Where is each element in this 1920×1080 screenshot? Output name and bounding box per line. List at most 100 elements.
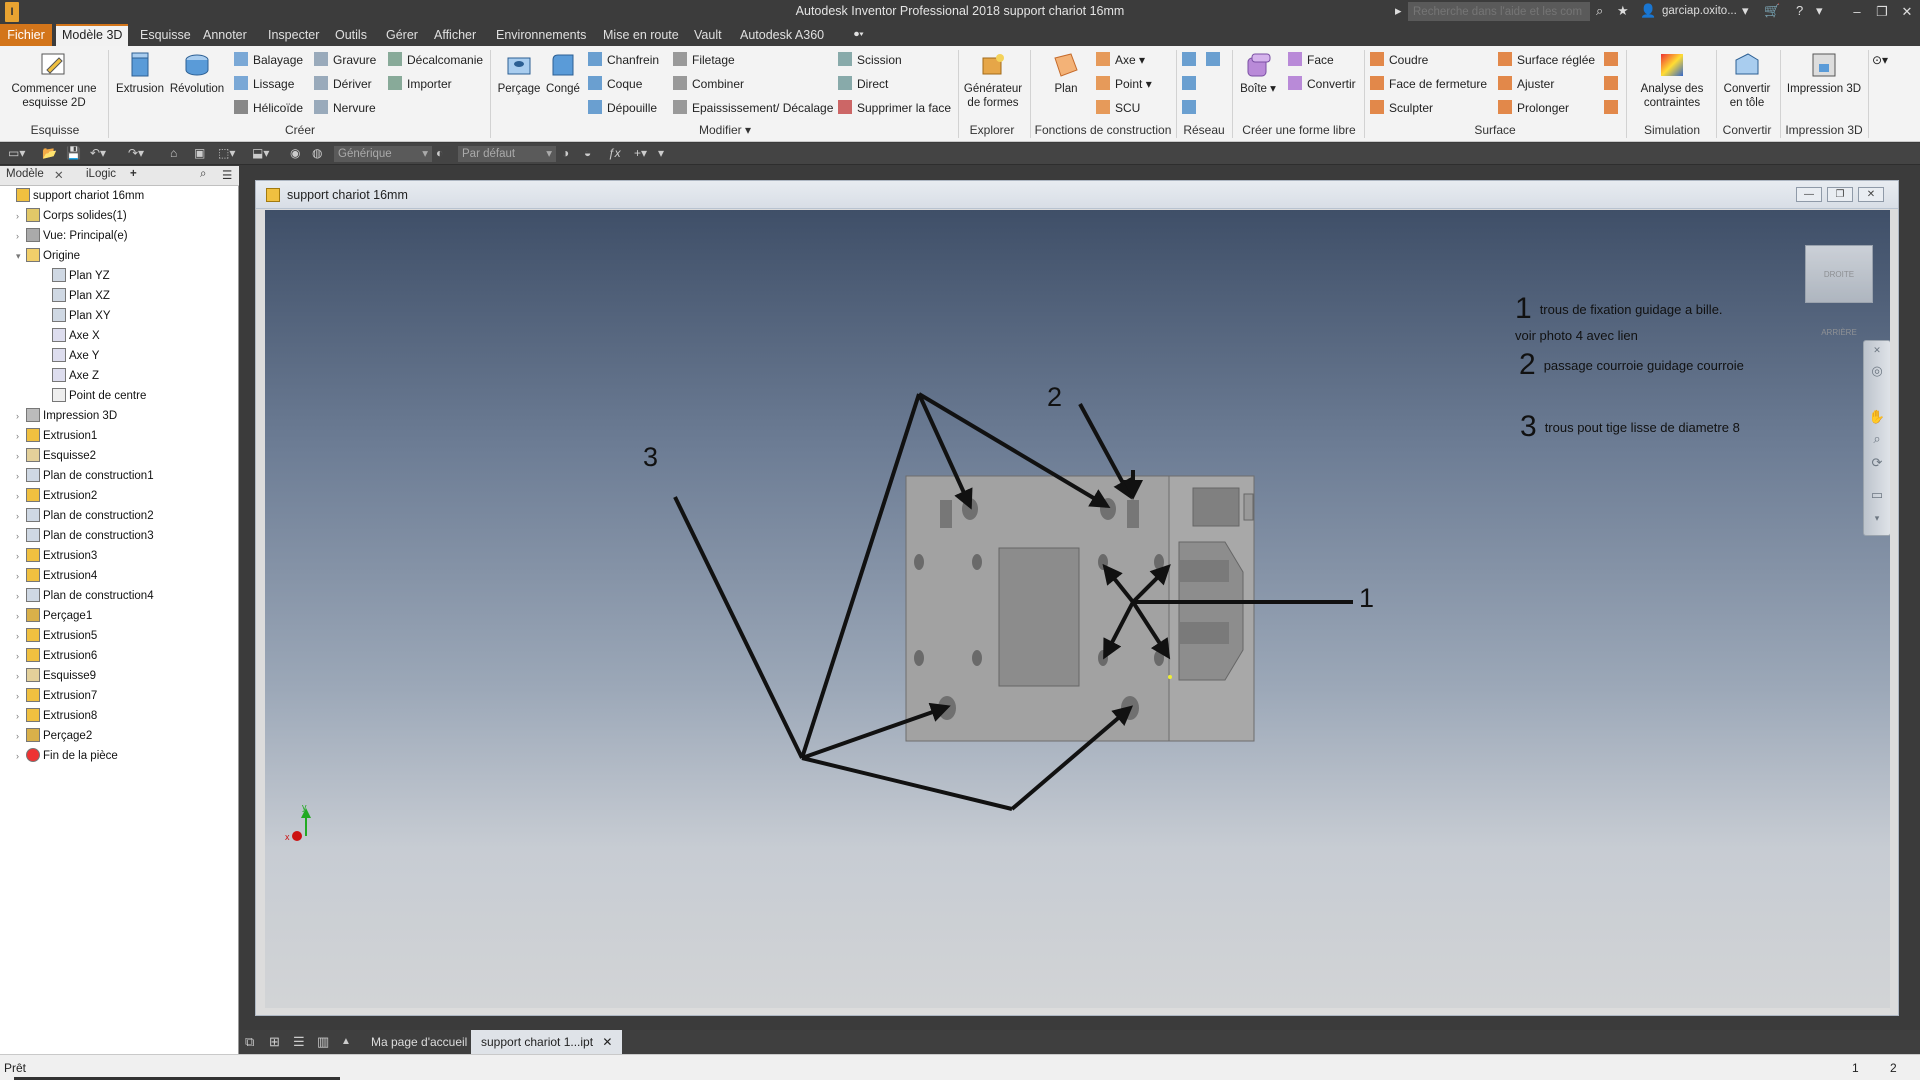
expand-icon[interactable]: › <box>16 586 26 606</box>
tree-item[interactable]: › Impression 3D <box>16 406 117 426</box>
tree-item[interactable]: › Perçage2 <box>16 726 92 746</box>
analyse-contraintes-button[interactable]: Analyse des contraintes <box>1630 50 1714 110</box>
expand-icon[interactable]: › <box>16 506 26 526</box>
cart-icon[interactable]: 🛒 <box>1764 3 1780 19</box>
search-icon[interactable]: ⌕ <box>200 168 206 181</box>
fx-icon[interactable]: ƒx <box>608 146 621 160</box>
extrusion-button[interactable]: Extrusion <box>114 50 166 96</box>
lissage-button[interactable]: Lissage <box>234 74 294 94</box>
conge-button[interactable]: Congé <box>542 50 584 96</box>
expand-icon[interactable]: › <box>16 746 26 766</box>
appearance-select[interactable]: Par défaut ▾ <box>458 146 556 162</box>
tree-item[interactable]: › Extrusion1 <box>16 426 97 446</box>
tree-item[interactable]: › Plan de construction3 <box>16 526 154 546</box>
circular-pattern-button[interactable] <box>1182 74 1201 94</box>
scission-button[interactable]: Scission <box>838 50 902 70</box>
menu-afficher[interactable]: Afficher <box>428 24 482 46</box>
nervure-button[interactable]: Nervure <box>314 98 376 118</box>
zoom-icon[interactable]: ⌕ <box>1868 431 1886 449</box>
menu-inspecter[interactable]: Inspecter <box>262 24 325 46</box>
customize-icon[interactable]: ▾ <box>658 146 664 160</box>
update-icon[interactable]: ▣ <box>194 146 205 160</box>
tile-vertical-icon[interactable]: ▥ <box>317 1034 329 1050</box>
pan-icon[interactable]: ✋ <box>1868 409 1886 427</box>
gravure-button[interactable]: Gravure <box>314 50 376 70</box>
plan-button[interactable]: Plan <box>1040 50 1092 96</box>
ajuster-button[interactable]: Ajuster <box>1498 74 1554 94</box>
menu-outils[interactable]: Outils <box>329 24 373 46</box>
tree-item[interactable]: › Plan de construction4 <box>16 586 154 606</box>
expand-icon[interactable]: › <box>16 446 26 466</box>
menu-mise-en-route[interactable]: Mise en route <box>597 24 685 46</box>
look-at-icon[interactable]: ▭ <box>1868 487 1886 505</box>
panel-modifier[interactable]: Modifier ▾ <box>690 123 760 137</box>
tab-support-chariot[interactable]: support chariot 1...ipt ✕ <box>471 1030 623 1054</box>
appearance-icon[interactable]: ◐ <box>436 146 443 160</box>
scu-button[interactable]: SCU <box>1096 98 1140 118</box>
cascade-icon[interactable]: ⧉ <box>245 1034 254 1050</box>
clear-appearance-icon[interactable]: ◑ <box>562 146 569 160</box>
properties-icon[interactable]: ◉ <box>290 146 300 160</box>
expand-icon[interactable]: › <box>16 466 26 486</box>
menu-environnements[interactable]: Environnements <box>490 24 592 46</box>
chanfrein-button[interactable]: Chanfrein <box>588 50 659 70</box>
add-tab-icon[interactable]: + <box>130 168 137 180</box>
generateur-formes-button[interactable]: Générateur de formes <box>960 50 1026 110</box>
convertir-tole-button[interactable]: Convertir en tôle <box>1718 50 1776 110</box>
prolonger-button[interactable]: Prolonger <box>1498 98 1569 118</box>
sketch-pattern-button[interactable] <box>1182 98 1201 118</box>
expand-icon[interactable]: › <box>16 406 26 426</box>
expand-icon[interactable]: › <box>16 546 26 566</box>
menu-esquisse[interactable]: Esquisse <box>134 24 197 46</box>
chevron-down-icon[interactable]: ▾ <box>1868 513 1886 531</box>
face-fermeture-button[interactable]: Face de fermeture <box>1370 74 1487 94</box>
importer-button[interactable]: Importer <box>388 74 452 94</box>
sculpter-button[interactable]: Sculpter <box>1370 98 1433 118</box>
tree-item[interactable]: › Esquisse9 <box>16 666 96 686</box>
surface-extra-button-2[interactable] <box>1604 74 1623 94</box>
deriver-button[interactable]: Dériver <box>314 74 372 94</box>
point-button[interactable]: Point ▾ <box>1096 74 1152 94</box>
save-icon[interactable]: 💾 <box>66 146 81 160</box>
tree-item[interactable]: Plan YZ <box>42 266 110 286</box>
search-icon[interactable]: ⌕ <box>1596 3 1603 19</box>
doc-minimize-button[interactable]: — <box>1796 187 1822 202</box>
tree-item[interactable]: ▾ Origine <box>16 246 80 266</box>
menu-gerer[interactable]: Gérer <box>380 24 424 46</box>
expand-icon[interactable]: ▾ <box>16 246 26 266</box>
expand-icon[interactable]: › <box>16 726 26 746</box>
adjust-icon[interactable]: ◒ <box>584 146 591 160</box>
menu-annoter[interactable]: Annoter <box>197 24 253 46</box>
graphics-viewport[interactable]: y x 3 2 1 1 trous de fixation guidage a b… <box>265 210 1890 1008</box>
epaississement-button[interactable]: Epaississement/ Décalage <box>673 98 833 118</box>
menu-modele-3d[interactable]: Modèle 3D <box>56 24 129 46</box>
expand-icon[interactable]: › <box>16 566 26 586</box>
commencer-esquisse-button[interactable]: Commencer une esquisse 2D <box>8 50 100 110</box>
viewcube[interactable]: DROITE ARRIÈRE <box>1805 245 1873 337</box>
combiner-button[interactable]: Combiner <box>673 74 744 94</box>
coque-button[interactable]: Coque <box>588 74 642 94</box>
expand-icon[interactable]: › <box>16 686 26 706</box>
close-button[interactable]: ✕ <box>1896 2 1918 22</box>
filetage-button[interactable]: Filetage <box>673 50 735 70</box>
measure-icon[interactable]: ⬓▾ <box>252 146 269 160</box>
revolution-button[interactable]: Révolution <box>166 50 228 96</box>
camera-icon[interactable]: ⏺▾ <box>848 24 870 46</box>
direct-button[interactable]: Direct <box>838 74 888 94</box>
redo-icon[interactable]: ↷▾ <box>128 146 144 160</box>
tile-horizontal-icon[interactable]: ☰ <box>293 1034 305 1050</box>
arrow-right-icon[interactable]: ▸ <box>1395 3 1402 19</box>
supprimer-face-button[interactable]: Supprimer la face <box>838 98 951 118</box>
tree-item[interactable]: Axe Z <box>42 366 99 386</box>
tree-item[interactable]: › Extrusion4 <box>16 566 97 586</box>
doc-close-button[interactable]: ✕ <box>1858 187 1884 202</box>
tree-item[interactable]: › Extrusion3 <box>16 546 97 566</box>
convertir-fl-button[interactable]: Convertir <box>1288 74 1356 94</box>
tab-ma-page-accueil[interactable]: Ma page d'accueil <box>361 1030 477 1054</box>
arrange-icon[interactable]: ▲ <box>341 1036 351 1047</box>
close-icon[interactable]: ✕ <box>1868 345 1886 363</box>
orbit-icon[interactable]: ⟳ <box>1868 455 1886 473</box>
menu-fichier[interactable]: Fichier <box>0 24 52 46</box>
percage-button[interactable]: Perçage <box>494 50 544 96</box>
expand-icon[interactable]: › <box>16 606 26 626</box>
